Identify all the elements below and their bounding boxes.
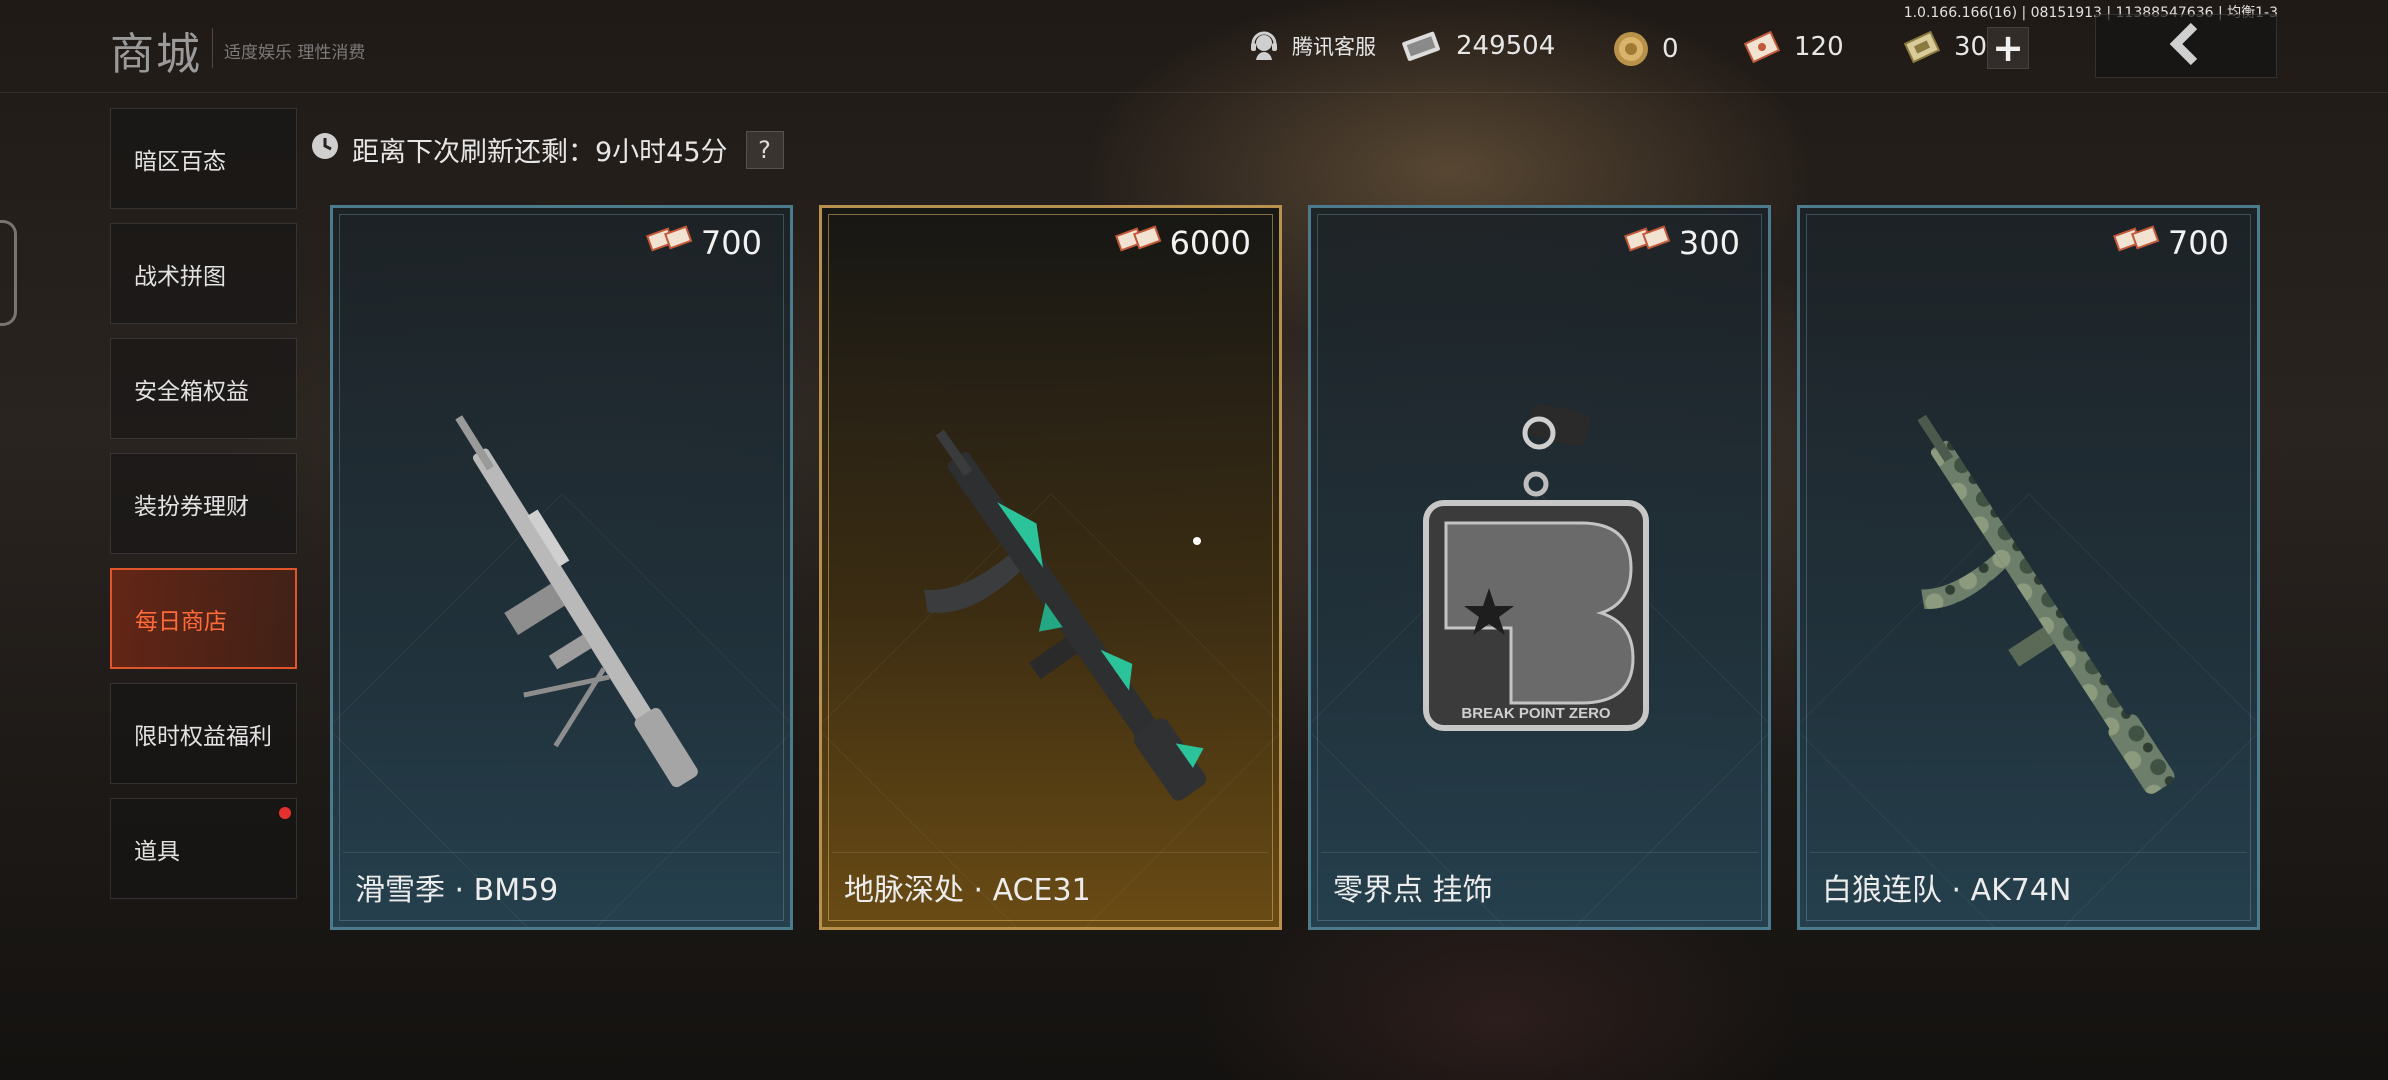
voucher-icon (1902, 30, 1942, 64)
rifle-ak74n-icon (1917, 414, 2175, 794)
shop-card-bm59[interactable]: 700 滑雪季 · BM59 (330, 205, 793, 930)
add-currency-button[interactable]: + (1987, 27, 2029, 69)
page-subtitle: 适度娱乐 理性消费 (224, 43, 366, 63)
sidebar-item-label: 道具 (134, 838, 180, 865)
rifle-bm59-icon (455, 415, 698, 788)
card-divider (343, 852, 780, 853)
sidebar-item-daily-shop[interactable]: 每日商店 (110, 568, 297, 669)
notification-badge (279, 807, 291, 819)
sidebar-item-label: 装扮券理财 (134, 493, 249, 520)
back-button[interactable] (2095, 14, 2277, 78)
customer-service-label: 腾讯客服 (1292, 35, 1376, 59)
shop-card-ak74n[interactable]: 700 白狼连队 · AK74N (1797, 205, 2260, 930)
sidebar-item-label: 暗区百态 (134, 148, 226, 175)
card-name: 地脉深处 · ACE31 (844, 873, 1091, 908)
sidebar-item-label: 每日商店 (135, 608, 227, 635)
coin-icon (1612, 30, 1650, 68)
charm-pendant-icon: BREAK POINT ZERO (1423, 403, 1649, 731)
sidebar-item-limited-benefits[interactable]: 限时权益福利 (110, 683, 297, 784)
rifle-ace31-icon (924, 429, 1207, 801)
shop-card-charm[interactable]: 300 BREAK POINT ZERO 零界点 挂饰 (1308, 205, 1771, 930)
charm-text: BREAK POINT ZERO (1461, 705, 1611, 722)
edge-handle[interactable] (0, 220, 17, 326)
currency-banknote: 249504 (1400, 30, 1555, 62)
headset-icon (1248, 30, 1280, 62)
card-name: 滑雪季 · BM59 (355, 873, 559, 908)
card-divider (832, 852, 1269, 853)
card-divider (1321, 852, 1758, 853)
help-button[interactable]: ? (745, 130, 784, 169)
sidebar-item-label: 安全箱权益 (134, 378, 249, 405)
card-name: 白狼连队 · AK74N (1822, 873, 2072, 908)
ticket-icon (1742, 30, 1782, 64)
currency-value: 249504 (1456, 31, 1556, 61)
sidebar-item-dark-zone[interactable]: 暗区百态 (110, 108, 297, 209)
card-divider (1810, 852, 2247, 853)
customer-service-button[interactable]: 腾讯客服 (1248, 30, 1376, 62)
sidebar-item-skin-voucher[interactable]: 装扮券理财 (110, 453, 297, 554)
currency-value: 120 (1794, 32, 1844, 62)
chevron-left-icon (2164, 22, 2208, 70)
shop-card-ace31[interactable]: 6000 地脉深处 · ACE31 (819, 205, 1282, 930)
currency-voucher: 30 (1902, 30, 1987, 64)
sidebar-item-items[interactable]: 道具 (110, 798, 297, 899)
refresh-timer: 距离下次刷新还剩：9小时45分 ? (310, 130, 784, 169)
sidebar: 暗区百态 战术拼图 安全箱权益 装扮券理财 每日商店 限时权益福利 道具 (110, 108, 297, 913)
top-bar: 商城 适度娱乐 理性消费 1.0.166.166(16) | 08151913 … (0, 0, 2388, 93)
currency-value: 30 (1954, 32, 1988, 62)
title-divider (212, 28, 213, 68)
refresh-label: 距离下次刷新还剩：9小时45分 (352, 137, 728, 168)
sidebar-item-label: 战术拼图 (134, 263, 226, 290)
sidebar-item-tactical-puzzle[interactable]: 战术拼图 (110, 223, 297, 324)
sidebar-item-label: 限时权益福利 (134, 723, 272, 750)
card-name: 零界点 挂饰 (1333, 873, 1493, 908)
banknote-icon (1400, 30, 1444, 62)
currency-value: 0 (1662, 34, 1679, 64)
currency-coin: 0 (1612, 30, 1679, 68)
currency-ticket: 120 (1742, 30, 1844, 64)
page-title: 商城 (110, 29, 202, 80)
sidebar-item-safe-box[interactable]: 安全箱权益 (110, 338, 297, 439)
clock-icon (310, 131, 340, 168)
